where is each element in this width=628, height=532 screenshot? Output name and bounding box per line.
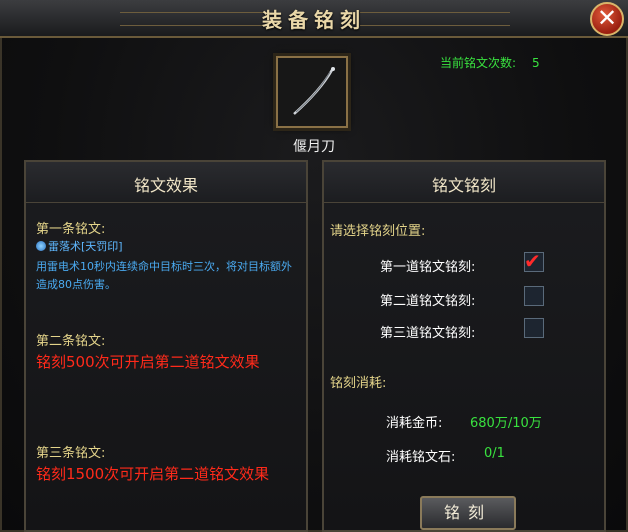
slot-2-label: 第二道铭文铭刻: — [380, 294, 476, 309]
checkmark-icon: ✔ — [524, 249, 541, 273]
engrave-panel: 铭文铭刻 请选择铭刻位置: 第一道铭文铭刻: ✔ 第二道铭文铭刻: 第三道铭文铭… — [322, 160, 606, 532]
first-inscription-buff: 雷落术[天罚印] — [36, 238, 123, 254]
first-inscription-label: 第一条铭文: — [36, 222, 106, 237]
second-inscription-label: 第二条铭文: — [36, 334, 106, 349]
title-bar: 装备铭刻 — [0, 0, 628, 38]
slot-3-checkbox[interactable] — [524, 318, 544, 338]
engrave-button[interactable]: 铭刻 — [420, 496, 516, 530]
slot-1-label: 第一道铭文铭刻: — [380, 260, 476, 275]
effect-panel-header: 铭文效果 — [26, 162, 306, 203]
first-buff-name: 雷落术[天罚印] — [48, 240, 123, 253]
third-inscription-text: 铭刻1500次可开启第二道铭文效果 — [36, 465, 270, 483]
window-title: 装备铭刻 — [262, 8, 366, 32]
select-position-label: 请选择铭刻位置: — [330, 224, 426, 239]
gold-cost-value: 680万/10万 — [470, 416, 542, 431]
slot-2-checkbox[interactable] — [524, 286, 544, 306]
buff-icon — [36, 241, 46, 251]
slot-1-checkbox[interactable]: ✔ — [524, 249, 544, 273]
stone-cost-value: 0/1 — [484, 446, 505, 461]
effect-panel: 铭文效果 第一条铭文: 雷落术[天罚印] 用雷电术10秒内连续命中目标时三次，将… — [24, 160, 308, 532]
weapon-slot[interactable] — [276, 56, 348, 128]
weapon-name: 偃月刀 — [293, 139, 335, 155]
close-icon: ✕ — [596, 4, 618, 32]
inscription-count-label: 当前铭文次数: — [440, 56, 517, 70]
close-button[interactable]: ✕ — [590, 2, 624, 36]
engrave-panel-title: 铭文铭刻 — [431, 176, 496, 195]
inscription-count-value: 5 — [532, 56, 540, 70]
third-inscription-label: 第三条铭文: — [36, 446, 106, 461]
first-buff-description: 用雷电术10秒内连续命中目标时三次，将对目标额外造成80点伤害。 — [36, 260, 292, 291]
effect-panel-title: 铭文效果 — [133, 176, 198, 195]
stone-cost-label: 消耗铭文石: — [386, 450, 456, 465]
blade-icon — [293, 67, 335, 115]
engrave-panel-header: 铭文铭刻 — [324, 162, 604, 203]
cost-title: 铭刻消耗: — [330, 376, 387, 391]
gold-cost-label: 消耗金币: — [386, 416, 443, 431]
slot-3-label: 第三道铭文铭刻: — [380, 326, 476, 341]
second-inscription-text: 铭刻500次可开启第二道铭文效果 — [36, 353, 260, 371]
inscription-count: 当前铭文次数: 5 — [440, 54, 540, 71]
